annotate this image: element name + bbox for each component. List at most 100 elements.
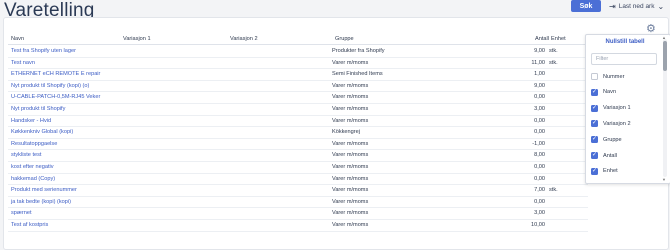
quantity-cell: 1,00 [534, 71, 545, 78]
column-toggle[interactable]: ✓ Navn [591, 88, 616, 97]
quantity-cell: 8,00 [534, 152, 545, 159]
product-name-link[interactable]: Nyt produkt til Shopify [11, 104, 65, 116]
product-name-link[interactable]: Handsker - Hvid [11, 116, 51, 128]
search-button[interactable]: Søk [571, 0, 601, 12]
group-cell: Varer m/moms [332, 82, 369, 89]
quantity-cell: 7,00 [534, 187, 545, 194]
checkbox[interactable]: ✓ [591, 88, 598, 96]
column-header-navn[interactable]: Navn [11, 36, 24, 42]
column-header-variasjon-1[interactable]: Variasjon 1 [123, 36, 151, 42]
table-row[interactable]: Produkt med serienummer Varer m/moms 7,00 s… [4, 185, 588, 197]
product-name-link[interactable]: Nyt produkt til Shopify (kopi) (o) [11, 81, 89, 93]
table-row[interactable]: U-CABLE-PATCH-0,5M-RJ45 Veker Varer m/mom… [4, 92, 588, 104]
table-row[interactable]: Nyt produkt til Shopify Varer m/moms 3,00 [4, 104, 588, 116]
table-row[interactable]: Test af kostpris Varer m/moms 10,00 [4, 220, 588, 232]
column-settings-panel: Nullstill tabell Filter Nummer ✓ Navn ✓ Vari… [585, 34, 670, 184]
column-header-gruppe[interactable]: Gruppe [335, 36, 354, 42]
table-row[interactable]: Test navn Varer m/moms 11,00 stk. [4, 58, 588, 70]
chevron-down-icon: ⌄ [657, 1, 665, 11]
group-cell: Varer m/moms [332, 198, 369, 205]
column-toggle[interactable]: ✓ Gruppe [591, 135, 622, 144]
group-cell: Varer m/moms [332, 94, 369, 101]
product-name-link[interactable]: Resultatoppgaelse [11, 139, 57, 151]
column-toggle[interactable]: Nummer [591, 72, 624, 81]
checkbox[interactable]: ✓ [591, 136, 598, 144]
product-name-link[interactable]: Test fra Shopify uten lager [11, 46, 76, 58]
quantity-cell: 0,00 [534, 175, 545, 182]
quantity-cell: 9,00 [534, 48, 545, 54]
product-name-link[interactable]: stykliste test [11, 150, 41, 162]
reset-table-button[interactable]: Nullstill tabell [586, 39, 664, 45]
column-toggle[interactable]: ✓ Antall [591, 151, 617, 160]
group-cell: Varer m/moms [332, 152, 369, 159]
quantity-cell: 11,00 [531, 59, 545, 66]
table-row[interactable]: Nyt produkt til Shopify (kopi) (o) Varer … [4, 81, 588, 93]
unit-cell: stk. [549, 48, 558, 54]
group-cell: Varer m/moms [332, 164, 369, 170]
panel-scrollbar-thumb[interactable] [663, 41, 667, 71]
group-cell: Varer m/moms [332, 222, 369, 228]
column-header-antall[interactable]: Antall [535, 36, 549, 42]
column-header-variasjon-2[interactable]: Variasjon 2 [230, 36, 258, 42]
column-toggle-label: Navn [603, 89, 617, 96]
scroll-down-icon[interactable]: ▼ [662, 177, 666, 182]
checkbox[interactable]: ✓ [591, 104, 598, 112]
column-toggle-label: Gruppe [603, 136, 622, 143]
product-name-link[interactable]: spærnet [11, 208, 32, 220]
scroll-up-icon[interactable]: ▲ [662, 35, 666, 40]
checkbox[interactable] [591, 73, 598, 80]
table-row[interactable]: Test fra Shopify uten lager Produkter fra… [4, 46, 588, 58]
quantity-cell: 0,00 [534, 164, 545, 170]
export-icon: ⇥ [609, 1, 616, 11]
unit-cell: stk. [549, 187, 558, 194]
checkbox[interactable]: ✓ [591, 152, 598, 159]
inventory-table-card: Navn Variasjon 1 Variasjon 2 Gruppe Anta… [3, 17, 669, 250]
column-filter-input[interactable]: Filter [591, 53, 657, 65]
group-cell: Varer m/moms [332, 175, 369, 182]
product-name-link[interactable]: kost efter negativ [11, 162, 54, 174]
table-row[interactable]: kost efter negativ Varer m/moms 0,00 [4, 162, 588, 174]
group-cell: Varer m/moms [332, 106, 369, 112]
product-name-link[interactable]: Test navn [11, 58, 35, 70]
checkbox[interactable]: ✓ [591, 120, 598, 128]
checkbox[interactable]: ✓ [591, 167, 598, 175]
table-row[interactable]: spærnet Varer m/moms 3,00 [4, 208, 588, 220]
column-toggle-label: Antall [603, 152, 617, 159]
product-name-link[interactable]: Køkkenkniv Global (kopi) [11, 127, 73, 139]
column-toggle-label: Nummer [603, 73, 625, 80]
product-name-link[interactable]: U-CABLE-PATCH-0,5M-RJ45 Veker [11, 92, 100, 104]
table-row[interactable]: Resultatoppgaelse Varer m/moms -1,00 [4, 139, 588, 151]
quantity-cell: 9,00 [534, 82, 545, 89]
column-toggle-label: Variasjon 2 [603, 120, 631, 127]
column-toggle[interactable]: ✓ Enhet [591, 167, 618, 176]
product-name-link[interactable]: hakkemad (Copy) [11, 174, 55, 186]
column-toggle-label: Variasjon 1 [603, 105, 631, 112]
table-row[interactable]: Handsker - Hvid Varer m/moms 0,00 [4, 116, 588, 128]
table-row[interactable]: ETHERNET eCH REMOTE E repair Semi Finishe… [4, 69, 588, 81]
group-cell: Varer m/moms [332, 117, 369, 124]
table-row[interactable]: hakkemad (Copy) Varer m/moms 0,00 [4, 174, 588, 186]
header-divider [8, 44, 588, 45]
unit-cell: stk. [549, 59, 558, 66]
column-header-enhet[interactable]: Enhet [551, 36, 566, 42]
product-name-link[interactable]: ETHERNET eCH REMOTE E repair [11, 69, 100, 81]
quantity-cell: 0,00 [534, 198, 545, 205]
download-label: Last ned ark [618, 2, 655, 10]
group-cell: Produkter fra Shopify [332, 48, 385, 54]
column-toggle[interactable]: ✓ Variasjon 1 [591, 104, 631, 113]
quantity-cell: 3,00 [534, 106, 545, 112]
quantity-cell: 0,00 [534, 94, 545, 101]
quantity-cell: -1,00 [532, 140, 545, 147]
column-toggle-label: Enhet [603, 168, 618, 175]
table-row[interactable]: stykliste test Varer m/moms 8,00 [4, 150, 588, 162]
product-name-link[interactable]: ja tak bedte (kopi) (kopi) [11, 197, 71, 209]
group-cell: Kökkengrej [332, 129, 360, 136]
download-sheet-button[interactable]: ⇥ Last ned ark ⌄ [609, 1, 664, 11]
quantity-cell: 10,00 [531, 222, 545, 228]
quantity-cell: 3,00 [534, 210, 545, 217]
product-name-link[interactable]: Produkt med serienummer [11, 185, 77, 197]
table-row[interactable]: Køkkenkniv Global (kopi) Kökkengrej 0,00 [4, 127, 588, 139]
column-toggle[interactable]: ✓ Variasjon 2 [591, 119, 631, 128]
table-row[interactable]: ja tak bedte (kopi) (kopi) Varer m/moms 0,… [4, 197, 588, 209]
product-name-link[interactable]: Test af kostpris [11, 220, 48, 232]
